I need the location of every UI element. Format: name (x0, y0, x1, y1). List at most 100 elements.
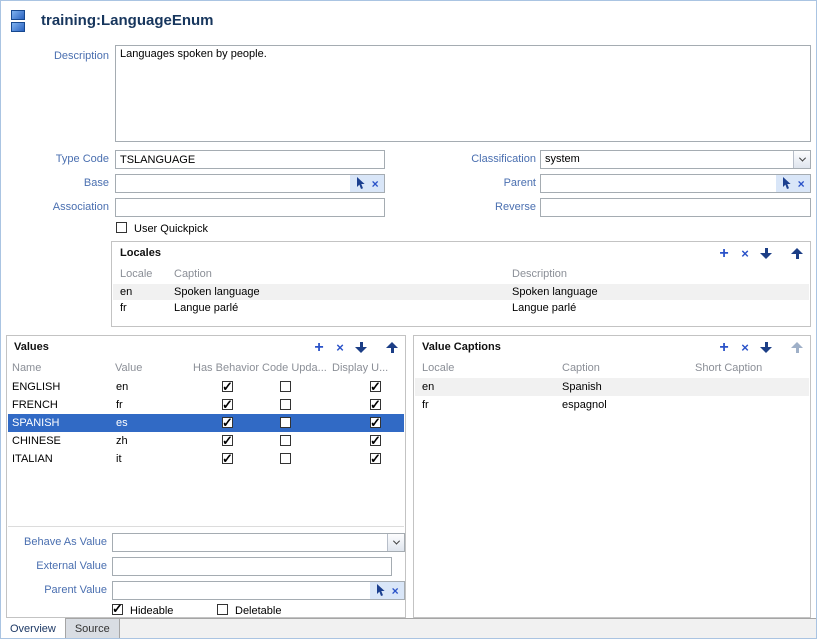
value-cell: it (116, 450, 122, 468)
external-value-label: External Value (7, 560, 107, 572)
parent-label: Parent (401, 177, 536, 189)
values-rows: ENGLISH en FRENCH fr SPANISH es (8, 378, 404, 468)
display-updatable-checkbox[interactable] (370, 381, 381, 392)
parent-value-input[interactable] (113, 582, 370, 599)
locales-toolbar: + × (717, 246, 804, 261)
classification-select[interactable]: system (540, 150, 811, 169)
move-up-icon[interactable] (386, 341, 398, 354)
reverse-input[interactable] (540, 198, 811, 217)
code-updatable-checkbox[interactable] (280, 381, 291, 392)
locales-column-headers: Locale Caption Description (112, 268, 810, 283)
behave-as-value-value (113, 534, 387, 551)
caption-row[interactable]: en Spanish (415, 378, 809, 396)
display-updatable-checkbox[interactable] (370, 417, 381, 428)
value-row[interactable]: SPANISH es (8, 414, 404, 432)
select-cursor-icon[interactable] (781, 177, 792, 190)
display-updatable-checkbox[interactable] (370, 399, 381, 410)
add-icon[interactable]: + (312, 340, 326, 355)
bottom-tab-bar: Overview Source (1, 618, 816, 638)
value-row[interactable]: FRENCH fr (8, 396, 404, 414)
caption-row[interactable]: fr espagnol (415, 396, 809, 414)
value-captions-rows: en Spanish fr espagnol (415, 378, 809, 414)
classification-value: system (541, 151, 793, 168)
deletable-checkbox[interactable] (217, 604, 228, 615)
description-cell: Spoken language (512, 284, 598, 300)
classification-label: Classification (401, 153, 536, 165)
move-up-icon (791, 341, 803, 354)
reverse-label: Reverse (401, 201, 536, 213)
code-updatable-checkbox[interactable] (280, 453, 291, 464)
column-header: Has Behavior (193, 362, 259, 374)
column-header: Description (512, 268, 567, 280)
delete-icon[interactable]: × (333, 340, 347, 355)
move-up-icon[interactable] (791, 247, 803, 260)
select-cursor-icon[interactable] (375, 584, 386, 597)
page-title: training:LanguageEnum (41, 12, 214, 29)
add-icon[interactable]: + (717, 246, 731, 261)
code-updatable-checkbox[interactable] (280, 399, 291, 410)
caption-cell: Langue parlé (174, 300, 238, 316)
grid-separator (8, 526, 404, 527)
value-row[interactable]: ENGLISH en (8, 378, 404, 396)
has-behavior-checkbox[interactable] (222, 399, 233, 410)
parent-value-picker-buttons: × (370, 582, 404, 599)
type-code-input[interactable] (115, 150, 385, 169)
association-label: Association (1, 201, 109, 213)
delete-icon[interactable]: × (738, 246, 752, 261)
parent-value-field: × (112, 581, 405, 600)
display-updatable-checkbox[interactable] (370, 453, 381, 464)
has-behavior-checkbox[interactable] (222, 417, 233, 428)
clear-icon[interactable]: × (372, 178, 379, 190)
move-down-icon[interactable] (355, 341, 367, 354)
base-picker-buttons: × (350, 175, 384, 192)
code-updatable-checkbox[interactable] (280, 417, 291, 428)
value-captions-column-headers: Locale Caption Short Caption (414, 362, 810, 377)
has-behavior-checkbox[interactable] (222, 435, 233, 446)
name-cell: ITALIAN (12, 450, 53, 468)
hideable-label: Hideable (130, 605, 173, 617)
locales-rows: en Spoken language Spoken language fr La… (113, 284, 809, 316)
has-behavior-checkbox[interactable] (222, 453, 233, 464)
value-cell: es (116, 414, 128, 432)
parent-value-label: Parent Value (7, 584, 107, 596)
description-cell: Langue parlé (512, 300, 576, 316)
description-input[interactable]: Languages spoken by people. (115, 45, 811, 142)
hideable-checkbox[interactable] (112, 604, 123, 615)
locale-cell: en (120, 284, 132, 300)
name-cell: ENGLISH (12, 378, 60, 396)
move-down-icon[interactable] (760, 247, 772, 260)
value-row[interactable]: CHINESE zh (8, 432, 404, 450)
caption-cell: Spanish (562, 378, 602, 396)
clear-icon[interactable]: × (798, 178, 805, 190)
user-quickpick-checkbox[interactable] (116, 222, 127, 233)
locale-cell: fr (422, 396, 429, 414)
delete-icon[interactable]: × (738, 340, 752, 355)
parent-input[interactable] (541, 175, 776, 192)
values-title: Values (14, 341, 49, 353)
column-header: Locale (422, 362, 454, 374)
has-behavior-checkbox[interactable] (222, 381, 233, 392)
association-input[interactable] (115, 198, 385, 217)
locales-panel: Locales + × Locale Caption Description e… (111, 241, 811, 327)
value-cell: en (116, 378, 128, 396)
add-icon[interactable]: + (717, 340, 731, 355)
locale-cell: fr (120, 300, 127, 316)
behave-as-value-select[interactable] (112, 533, 405, 552)
external-value-input[interactable] (112, 557, 392, 576)
select-cursor-icon[interactable] (355, 177, 366, 190)
locale-row[interactable]: en Spoken language Spoken language (113, 284, 809, 300)
chevron-down-icon[interactable] (387, 534, 404, 551)
deletable-label: Deletable (235, 605, 281, 617)
base-input[interactable] (116, 175, 350, 192)
value-row[interactable]: ITALIAN it (8, 450, 404, 468)
tab-source[interactable]: Source (66, 619, 120, 638)
tab-overview[interactable]: Overview (1, 618, 66, 638)
values-panel: Values + × Name Value Has Behavior Code … (6, 335, 406, 618)
move-down-icon[interactable] (760, 341, 772, 354)
chevron-down-icon[interactable] (793, 151, 810, 168)
display-updatable-checkbox[interactable] (370, 435, 381, 446)
type-code-label: Type Code (1, 153, 109, 165)
clear-icon[interactable]: × (392, 585, 399, 597)
code-updatable-checkbox[interactable] (280, 435, 291, 446)
locale-row[interactable]: fr Langue parlé Langue parlé (113, 300, 809, 316)
